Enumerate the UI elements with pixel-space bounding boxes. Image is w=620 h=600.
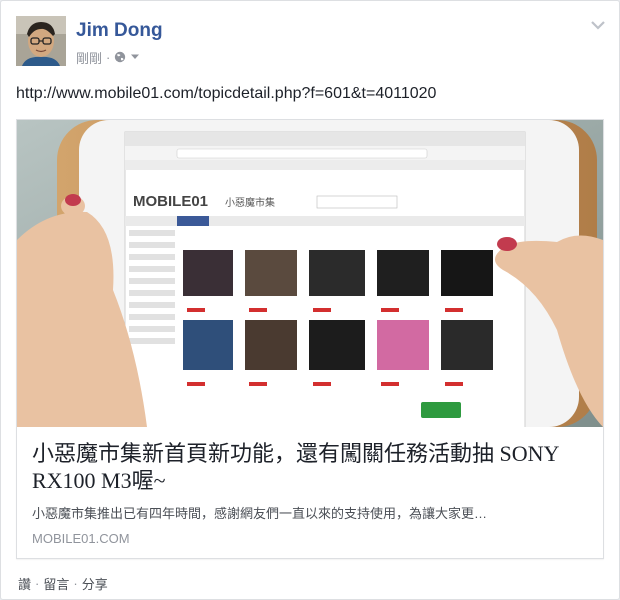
link-preview-image[interactable]: MOBILE01 小惡魔市集: [17, 120, 603, 427]
post-actions: 讚 · 留言 · 分享: [18, 574, 108, 593]
link-preview-description: 小惡魔市集推出已有四年時間，感謝網友們一直以來的支持使用，為讓大家更…: [32, 506, 488, 521]
author-name[interactable]: Jim Dong: [76, 20, 163, 42]
link-preview-title[interactable]: 小惡魔市集新首頁新功能，還有闖關任務活動抽 SONY RX100 M3喔~: [32, 440, 592, 494]
like-button[interactable]: 讚: [18, 574, 31, 593]
link-preview-card[interactable]: MOBILE01 小惡魔市集 小惡魔市集新首頁新功能，還有闖關任務活動抽 SON…: [16, 119, 604, 559]
post-link[interactable]: http://www.mobile01.com/topicdetail.php?…: [16, 85, 436, 103]
action-separator: ·: [73, 576, 78, 591]
post-timestamp[interactable]: 剛剛: [76, 48, 102, 67]
chevron-down-icon[interactable]: [590, 18, 606, 32]
image-screen-subtitle: 小惡魔市集: [225, 196, 275, 209]
share-button[interactable]: 分享: [82, 574, 108, 593]
action-separator: ·: [35, 576, 40, 591]
feed-post: Jim Dong 剛剛 · http://www.mobile01.com/to…: [0, 0, 620, 600]
comment-button[interactable]: 留言: [43, 574, 69, 593]
globe-icon: [115, 51, 126, 63]
author-avatar[interactable]: [16, 16, 66, 66]
meta-separator: ·: [106, 49, 111, 65]
audience-chevron-down-icon[interactable]: [130, 53, 140, 61]
image-screen-brand: MOBILE01: [133, 193, 208, 210]
link-preview-domain: MOBILE01.COM: [32, 531, 130, 546]
post-meta: 剛剛 ·: [76, 48, 140, 66]
